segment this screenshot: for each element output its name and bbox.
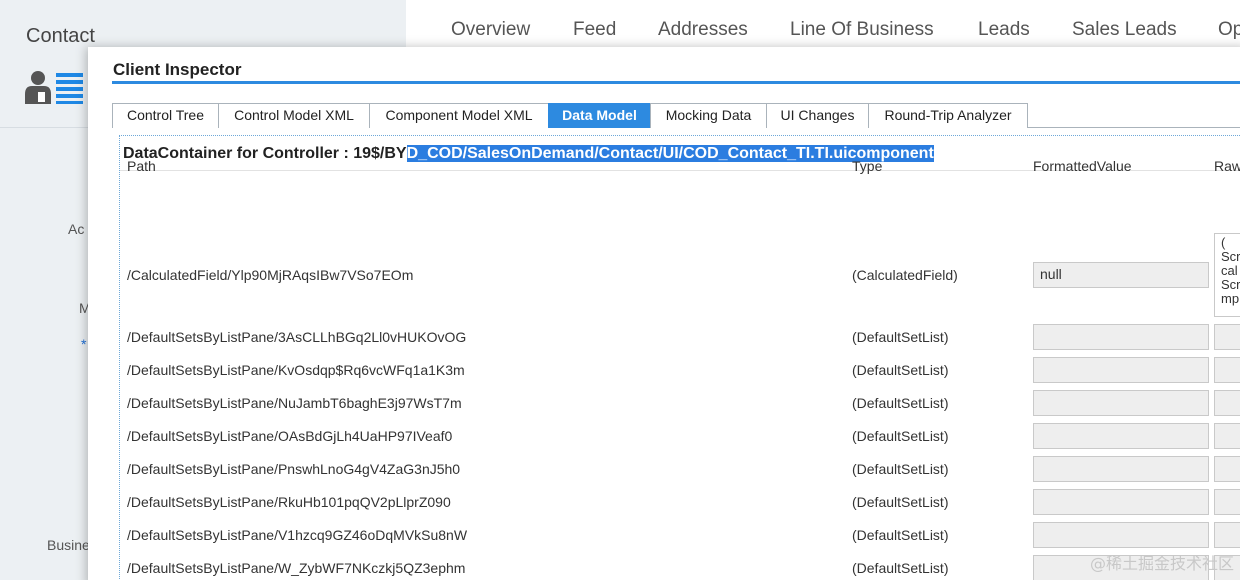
row-path: /DefaultSetsByListPane/W_ZybWF7NKczkj5QZ… <box>127 560 466 576</box>
row-path: /DefaultSetsByListPane/KvOsdqp$Rq6vcWFq1… <box>127 362 465 378</box>
row-type: (DefaultSetList) <box>852 461 949 477</box>
data-container-heading: DataContainer for Controller : 19$/BYD_C… <box>123 145 934 163</box>
raw-value-field[interactable] <box>1214 423 1240 449</box>
column-header-raw: Raw <box>1214 158 1240 174</box>
row-path: /DefaultSetsByListPane/RkuHb101pqQV2pLlp… <box>127 494 451 510</box>
watermark: @稀土掘金技术社区 <box>1089 554 1234 573</box>
column-header-type: Type <box>852 158 883 174</box>
inspector-title: Client Inspector <box>113 60 242 79</box>
tab-control-model-xml[interactable]: Control Model XML <box>218 103 370 128</box>
raw-value-field[interactable] <box>1214 357 1240 383</box>
bg-label-required: * <box>81 336 87 352</box>
row-path: /DefaultSetsByListPane/PnswhLnoG4gV4ZaG3… <box>127 461 461 477</box>
row-path: /DefaultSetsByListPane/V1hzcq9GZ46oDqMVk… <box>127 527 468 543</box>
row-type: (DefaultSetList) <box>852 428 949 444</box>
formatted-value-field[interactable] <box>1033 324 1209 350</box>
nav-more[interactable]: Op <box>1218 19 1240 41</box>
nav-feed[interactable]: Feed <box>573 19 616 41</box>
formatted-value-field[interactable] <box>1033 489 1209 515</box>
raw-value-field[interactable] <box>1214 390 1240 416</box>
contact-title: Contact <box>26 25 95 47</box>
raw-value-field[interactable] <box>1214 489 1240 515</box>
raw-value-field[interactable] <box>1214 324 1240 350</box>
tab-component-model-xml[interactable]: Component Model XML <box>369 103 549 128</box>
tab-round-trip-analyzer[interactable]: Round-Trip Analyzer <box>868 103 1028 128</box>
formatted-value-field[interactable] <box>1033 522 1209 548</box>
heading-prefix: DataContainer for Controller : 19$/BY <box>123 145 407 162</box>
tab-control-tree[interactable]: Control Tree <box>112 103 219 128</box>
row-path: /DefaultSetsByListPane/3AsCLLhBGq2Ll0vHU… <box>127 329 467 345</box>
formatted-value-field[interactable] <box>1033 423 1209 449</box>
bg-label-business: Busine <box>47 537 90 553</box>
row-path: /CalculatedField/Ylp90MjRAqsIBw7VSo7EOm <box>127 267 414 283</box>
row-type: (DefaultSetList) <box>852 362 949 378</box>
nav-overview[interactable]: Overview <box>451 19 530 41</box>
row-type: (DefaultSetList) <box>852 395 949 411</box>
bg-label-account: Ac <box>68 221 85 237</box>
tab-mocking-data[interactable]: Mocking Data <box>650 103 767 128</box>
inspector-tabs: Control Tree Control Model XML Component… <box>112 103 1240 128</box>
nav-line-of-business[interactable]: Line Of Business <box>790 19 934 41</box>
tab-data-model[interactable]: Data Model <box>548 103 651 128</box>
column-header-formatted-value: FormattedValue <box>1033 158 1132 174</box>
row-type: (DefaultSetList) <box>852 527 949 543</box>
raw-value-field[interactable] <box>1214 456 1240 482</box>
nav-sales-leads[interactable]: Sales Leads <box>1072 19 1177 41</box>
formatted-value-field[interactable]: null <box>1033 262 1209 288</box>
formatted-value-field[interactable] <box>1033 456 1209 482</box>
tab-ui-changes[interactable]: UI Changes <box>766 103 869 128</box>
background-nav: Overview Feed Addresses Line Of Business… <box>406 0 1240 48</box>
row-path: /DefaultSetsByListPane/NuJambT6baghE3j97… <box>127 395 462 411</box>
row-type: (CalculatedField) <box>852 267 958 283</box>
formatted-value-field[interactable] <box>1033 357 1209 383</box>
title-divider <box>112 81 1240 84</box>
raw-value-textarea[interactable]: ( Scr cal Scr mp <box>1214 233 1240 317</box>
nav-leads[interactable]: Leads <box>978 19 1030 41</box>
client-inspector-panel: Client Inspector Control Tree Control Mo… <box>88 47 1240 580</box>
row-path: /DefaultSetsByListPane/OAsBdGjLh4UaHP97I… <box>127 428 453 444</box>
row-type: (DefaultSetList) <box>852 560 949 576</box>
nav-addresses[interactable]: Addresses <box>658 19 748 41</box>
row-type: (DefaultSetList) <box>852 494 949 510</box>
contact-list-icon[interactable] <box>24 70 86 104</box>
column-header-path: Path <box>127 158 156 174</box>
formatted-value-field[interactable] <box>1033 390 1209 416</box>
raw-value-field[interactable] <box>1214 522 1240 548</box>
row-type: (DefaultSetList) <box>852 329 949 345</box>
